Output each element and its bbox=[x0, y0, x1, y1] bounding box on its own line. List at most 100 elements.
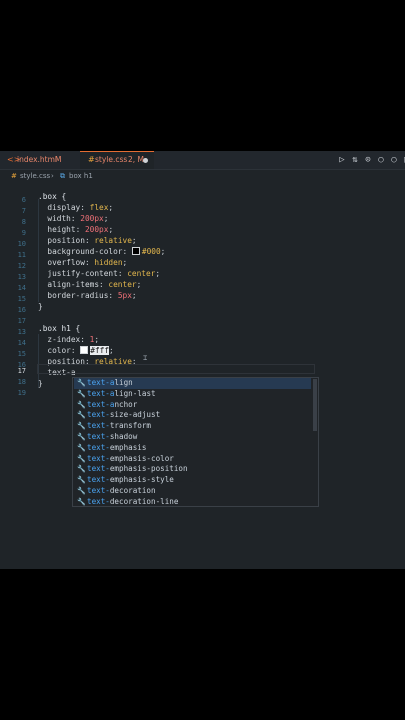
value: flex bbox=[89, 203, 109, 212]
property: z-index bbox=[47, 335, 81, 344]
code-editor: <> index.html M # style.css 2, M ▷ ⇅ ⊙ ○… bbox=[0, 151, 405, 569]
property: width bbox=[47, 214, 71, 223]
line-number: 14 bbox=[17, 339, 26, 347]
code-line: height: 200px; bbox=[47, 225, 114, 234]
code-line: overflow: hidden; bbox=[47, 258, 128, 267]
wrench-icon: 🔧 bbox=[77, 379, 86, 387]
wrench-icon: 🔧 bbox=[77, 411, 86, 420]
suggestion-item[interactable]: 🔧 text-emphasis-style bbox=[74, 475, 311, 486]
color-swatch[interactable] bbox=[131, 247, 140, 255]
value: center bbox=[108, 280, 137, 289]
mouse-cursor-icon: ⌶ bbox=[143, 354, 148, 362]
split-editor-icon[interactable]: □ bbox=[401, 154, 405, 166]
code-line: color: #fff; bbox=[47, 346, 114, 355]
suggestion-item[interactable]: 🔧 text-shadow bbox=[74, 432, 311, 443]
code-line: .box { bbox=[38, 192, 66, 201]
css-file-icon: # bbox=[88, 155, 95, 164]
property: color bbox=[47, 346, 71, 355]
code-line: position: relative; bbox=[47, 236, 137, 245]
value: center bbox=[127, 269, 156, 278]
suggest-scrollbar[interactable] bbox=[313, 379, 317, 431]
suggestion-item[interactable]: 🔧 text-size-adjust bbox=[74, 410, 311, 421]
value: relative bbox=[94, 236, 132, 245]
line-number: 15 bbox=[17, 350, 26, 358]
wrench-icon: 🔧 bbox=[77, 497, 86, 506]
breadcrumb: # style.css › ⧉ box h1 bbox=[0, 170, 405, 183]
line-number: 14 bbox=[17, 284, 26, 292]
selector: .box { bbox=[38, 192, 67, 201]
wrench-icon: 🔧 bbox=[77, 465, 86, 474]
line-number: 13 bbox=[17, 273, 26, 281]
code-line: justify-content: center; bbox=[47, 269, 161, 278]
tab-bar: <> index.html M # style.css 2, M ▷ ⇅ ⊙ ○… bbox=[0, 151, 405, 170]
current-line-highlight bbox=[37, 364, 315, 374]
css-file-icon: # bbox=[11, 172, 17, 180]
wrench-icon: 🔧 bbox=[77, 389, 86, 398]
tab-index-html[interactable]: <> index.html M bbox=[0, 151, 80, 169]
line-number: 11 bbox=[17, 251, 26, 259]
selector: .box h1 { bbox=[38, 324, 81, 333]
property: display bbox=[47, 203, 81, 212]
line-number: 18 bbox=[17, 378, 26, 386]
brace: } bbox=[38, 379, 43, 388]
wrench-icon: 🔧 bbox=[77, 400, 86, 409]
suggestion-item[interactable]: 🔧 text-emphasis-position bbox=[74, 464, 311, 475]
color-swatch[interactable] bbox=[80, 346, 89, 354]
suggestion-item[interactable]: 🔧 text-transform bbox=[74, 421, 311, 432]
value: #000 bbox=[141, 247, 161, 256]
line-number: 9 bbox=[21, 229, 26, 237]
line-number: 6 bbox=[21, 196, 26, 204]
run-icon[interactable]: ▷ bbox=[336, 154, 348, 166]
compare-icon[interactable]: ⇅ bbox=[349, 154, 361, 166]
breadcrumb-symbol[interactable]: box h1 bbox=[69, 170, 93, 183]
go-back-icon[interactable]: ○ bbox=[375, 154, 387, 166]
line-number: 16 bbox=[17, 306, 26, 314]
property: position bbox=[47, 236, 85, 245]
line-number: 7 bbox=[21, 207, 26, 215]
code-line: z-index: 1; bbox=[47, 335, 100, 344]
breadcrumb-separator: › bbox=[51, 172, 54, 180]
suggestion-item[interactable]: 🔧 text-decoration bbox=[74, 486, 311, 497]
wrench-icon: 🔧 bbox=[77, 443, 86, 452]
code-line: } bbox=[38, 302, 43, 311]
value: hidden bbox=[94, 258, 123, 267]
code-line: border-radius: 5px; bbox=[47, 291, 137, 300]
line-number: 10 bbox=[17, 240, 26, 248]
line-number: 16 bbox=[17, 361, 26, 369]
suggestion-item[interactable]: 🔧 text-align bbox=[74, 378, 311, 389]
unsaved-dot-icon[interactable] bbox=[143, 158, 148, 163]
tab-style-css[interactable]: # style.css 2, M bbox=[80, 151, 154, 169]
property: border-radius bbox=[47, 291, 109, 300]
line-number: 19 bbox=[17, 389, 26, 397]
line-number: 12 bbox=[17, 262, 26, 270]
source-control-icon[interactable]: ⊙ bbox=[362, 154, 374, 166]
wrench-icon: 🔧 bbox=[77, 433, 86, 441]
symbol-icon: ⧉ bbox=[60, 172, 65, 180]
go-forward-icon[interactable]: ○ bbox=[388, 154, 400, 166]
wrench-icon: 🔧 bbox=[77, 422, 86, 431]
suggestion-item[interactable]: 🔧 text-emphasis bbox=[74, 443, 311, 454]
suggestion-item[interactable]: 🔧 text-anchor bbox=[74, 400, 311, 411]
breadcrumb-file[interactable]: style.css bbox=[20, 170, 50, 183]
value: #fff bbox=[90, 346, 110, 355]
value: 5px bbox=[117, 291, 132, 300]
property: height bbox=[47, 225, 76, 234]
value: 200px bbox=[84, 225, 109, 234]
line-number: 17 bbox=[17, 317, 26, 325]
code-line: display: flex; bbox=[47, 203, 114, 212]
property: justify-content bbox=[47, 269, 118, 278]
tab-label: style.css bbox=[95, 155, 128, 164]
wrench-icon: 🔧 bbox=[77, 476, 86, 485]
wrench-icon: 🔧 bbox=[77, 487, 86, 495]
suggestion-item[interactable]: 🔧 text-align-last bbox=[74, 389, 311, 400]
code-line: } bbox=[38, 379, 43, 388]
code-line: width: 200px; bbox=[47, 214, 109, 223]
code-line: background-color: #000; bbox=[47, 247, 166, 256]
brace: } bbox=[38, 302, 43, 311]
value: 1 bbox=[89, 335, 95, 344]
suggestion-item[interactable]: 🔧 text-decoration-line bbox=[74, 497, 311, 508]
suggestion-item[interactable]: 🔧 text-emphasis-color bbox=[74, 454, 311, 465]
line-number: 13 bbox=[17, 328, 26, 336]
property: align-items bbox=[47, 280, 100, 289]
code-line: align-items: center; bbox=[47, 280, 142, 289]
